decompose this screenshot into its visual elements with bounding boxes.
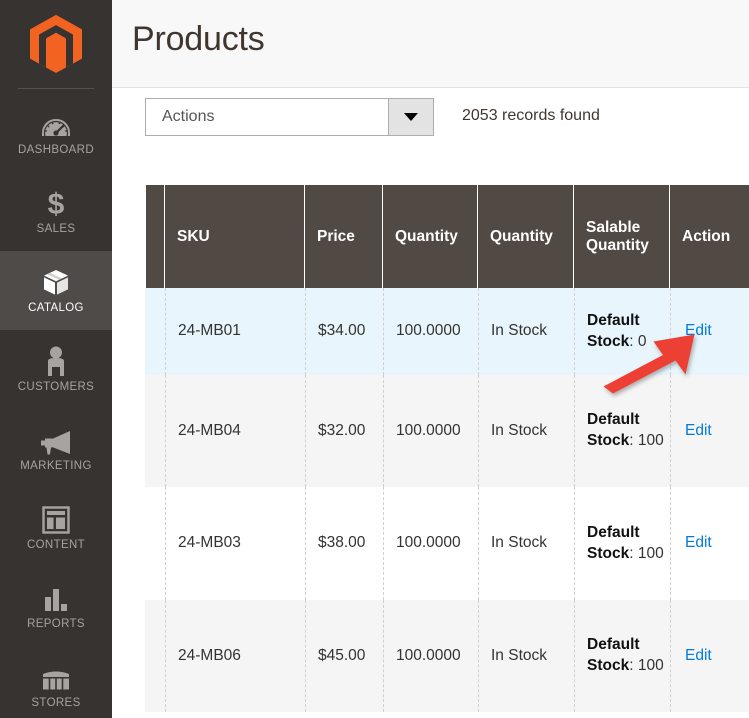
- salable-value: 0: [637, 332, 647, 350]
- cell-price: $38.00: [305, 487, 383, 600]
- magento-admin-products-page: DASHBOARD $ SALES CATALOG CUSTOMERS MARK…: [0, 0, 749, 718]
- column-header-leading[interactable]: [145, 185, 165, 288]
- cell-stock-status: In Stock: [478, 375, 574, 487]
- column-header-quantity[interactable]: Quantity: [383, 185, 478, 288]
- salable-separator: :: [629, 332, 638, 350]
- sidebar-item-dashboard[interactable]: DASHBOARD: [0, 93, 112, 172]
- sidebar-item-marketing[interactable]: MARKETING: [0, 409, 112, 488]
- person-icon: [44, 346, 68, 376]
- column-header-salable-quantity[interactable]: Salable Quantity: [574, 185, 670, 288]
- row-gutter: [112, 375, 145, 487]
- table-row[interactable]: 24-MB04 $32.00 100.0000 In Stock Default…: [112, 375, 749, 487]
- sidebar-item-label: MARKETING: [20, 459, 92, 472]
- cell-stock-status: In Stock: [478, 600, 574, 712]
- page-header: Products: [112, 0, 749, 88]
- layout-page-icon: [42, 504, 70, 534]
- cell-sku: 24-MB04: [165, 375, 305, 487]
- column-header-sku[interactable]: SKU: [165, 185, 305, 288]
- sidebar-item-reports[interactable]: REPORTS: [0, 567, 112, 646]
- salable-value: 100: [637, 432, 664, 449]
- salable-separator: :: [629, 432, 638, 449]
- sidebar-item-label: STORES: [31, 696, 81, 709]
- cell-sku: 24-MB06: [165, 600, 305, 712]
- cell-sku: 24-MB03: [165, 487, 305, 600]
- cell-price: $34.00: [305, 288, 383, 375]
- edit-link[interactable]: Edit: [685, 321, 712, 342]
- sidebar-item-label: SALES: [36, 222, 76, 235]
- row-gutter: [112, 288, 145, 375]
- table-row[interactable]: 24-MB03 $38.00 100.0000 In Stock Default…: [112, 487, 749, 600]
- sidebar-item-customers[interactable]: CUSTOMERS: [0, 330, 112, 409]
- chevron-down-icon[interactable]: [388, 99, 433, 135]
- svg-text:$: $: [48, 188, 65, 218]
- cell-action: Edit: [670, 288, 749, 375]
- cell-salable-quantity: Default Stock: 100: [574, 487, 670, 600]
- edit-link[interactable]: Edit: [685, 421, 712, 442]
- sidebar-item-label: DASHBOARD: [18, 143, 94, 156]
- salable-separator: :: [629, 657, 638, 674]
- cell-salable-quantity: Default Stock: 100: [574, 600, 670, 712]
- cell-salable-quantity: Default Stock: 0: [574, 288, 670, 375]
- box-package-icon: [41, 267, 71, 297]
- main-content: Products Actions 2053 records found SKU …: [112, 0, 749, 718]
- cell-quantity: 100.0000: [383, 288, 478, 375]
- page-title: Products: [132, 20, 265, 58]
- grid-body: 24-MB01 $34.00 100.0000 In Stock Default…: [112, 288, 749, 712]
- cell-leading: [145, 487, 165, 600]
- actions-dropdown-value: Actions: [162, 108, 215, 125]
- magento-logo-icon: [30, 15, 82, 73]
- sidebar-item-label: CUSTOMERS: [17, 380, 95, 393]
- cell-leading: [145, 288, 165, 375]
- dollar-sign-icon: $: [43, 188, 69, 218]
- admin-sidebar: DASHBOARD $ SALES CATALOG CUSTOMERS MARK…: [0, 0, 112, 718]
- cell-stock-status: In Stock: [478, 288, 574, 375]
- megaphone-icon: [40, 425, 72, 455]
- cell-price: $45.00: [305, 600, 383, 712]
- cell-leading: [145, 375, 165, 487]
- cell-quantity: 100.0000: [383, 600, 478, 712]
- cell-leading: [145, 600, 165, 712]
- grid-toolbar: Actions 2053 records found: [112, 89, 749, 151]
- row-gutter: [112, 487, 145, 600]
- table-row[interactable]: 24-MB01 $34.00 100.0000 In Stock Default…: [112, 288, 749, 375]
- salable-value: 100: [637, 544, 664, 562]
- salable-separator: :: [629, 544, 638, 562]
- cell-quantity: 100.0000: [383, 375, 478, 487]
- records-found-label: 2053 records found: [462, 107, 600, 124]
- sidebar-item-content[interactable]: CONTENT: [0, 488, 112, 567]
- sidebar-item-stores[interactable]: STORES: [0, 646, 112, 718]
- sidebar-item-label: REPORTS: [27, 617, 85, 630]
- cell-action: Edit: [670, 487, 749, 600]
- cell-stock-status: In Stock: [478, 487, 574, 600]
- dashboard-gauge-icon: [41, 109, 71, 139]
- storefront-icon: [40, 662, 72, 692]
- sidebar-item-catalog[interactable]: CATALOG: [0, 251, 112, 330]
- grid-header-row: SKU Price Quantity Quantity Salable Quan…: [145, 185, 749, 288]
- cell-action: Edit: [670, 600, 749, 712]
- table-row[interactable]: 24-MB06 $45.00 100.0000 In Stock Default…: [112, 600, 749, 712]
- salable-value: 100: [637, 657, 664, 674]
- cell-quantity: 100.0000: [383, 487, 478, 600]
- bar-chart-icon: [42, 583, 70, 613]
- sidebar-divider: [18, 88, 94, 89]
- column-header-stock-status[interactable]: Quantity: [478, 185, 574, 288]
- column-header-action[interactable]: Action: [670, 185, 749, 288]
- row-gutter: [112, 600, 145, 712]
- products-grid: SKU Price Quantity Quantity Salable Quan…: [112, 185, 749, 718]
- sidebar-item-label: CATALOG: [28, 301, 84, 314]
- cell-action: Edit: [670, 375, 749, 487]
- sidebar-item-label: CONTENT: [26, 538, 86, 551]
- sidebar-item-sales[interactable]: $ SALES: [0, 172, 112, 251]
- magento-logo[interactable]: [0, 0, 112, 88]
- cell-salable-quantity: Default Stock: 100: [574, 375, 670, 487]
- cell-price: $32.00: [305, 375, 383, 487]
- edit-link[interactable]: Edit: [685, 646, 712, 667]
- edit-link[interactable]: Edit: [685, 533, 712, 554]
- actions-dropdown[interactable]: Actions: [145, 98, 434, 136]
- column-header-price[interactable]: Price: [305, 185, 383, 288]
- cell-sku: 24-MB01: [165, 288, 305, 375]
